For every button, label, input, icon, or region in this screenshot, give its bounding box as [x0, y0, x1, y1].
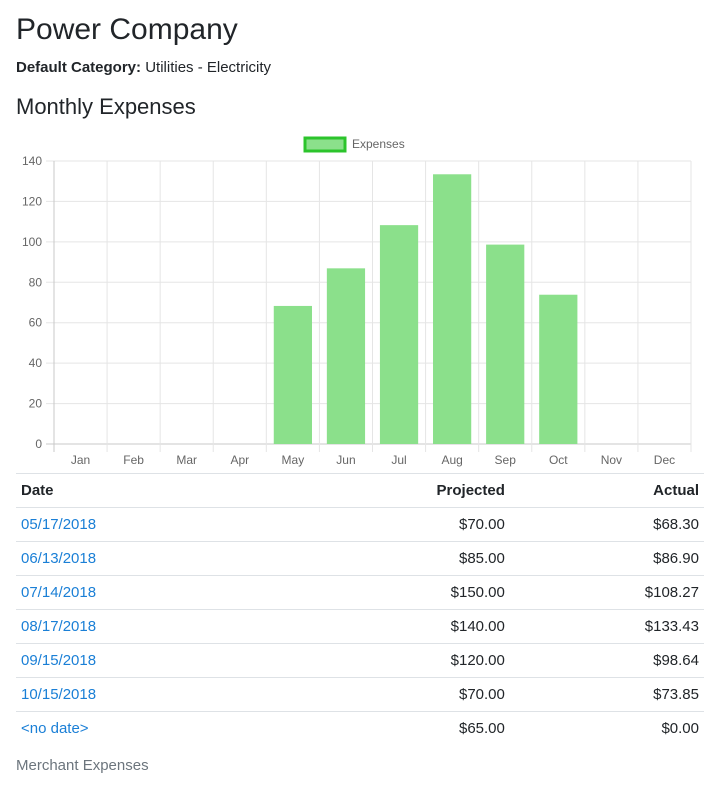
row-actual: $68.30	[509, 507, 704, 542]
row-actual: $133.43	[509, 609, 704, 644]
y-tick-label: 60	[29, 316, 43, 330]
row-projected: $70.00	[273, 507, 510, 542]
x-tick-label: Mar	[176, 453, 197, 467]
y-tick-label: 20	[29, 397, 43, 411]
bar-sep	[486, 244, 525, 444]
x-tick-label: Oct	[549, 453, 568, 467]
header-actual: Actual	[509, 473, 704, 508]
row-projected: $120.00	[273, 643, 510, 678]
x-tick-label: Aug	[441, 453, 462, 467]
row-projected: $85.00	[273, 541, 510, 576]
merchant-expenses-link[interactable]: Merchant Expenses	[16, 756, 149, 776]
date-link[interactable]: 05/17/2018	[21, 516, 96, 533]
row-actual: $98.64	[509, 643, 704, 678]
default-category: Default Category: Utilities - Electricit…	[16, 58, 271, 78]
x-tick-label: Jul	[391, 453, 406, 467]
bar-oct	[539, 294, 578, 444]
header-projected: Projected	[273, 473, 510, 508]
y-tick-label: 140	[22, 154, 42, 168]
y-tick-label: 100	[22, 235, 42, 249]
row-date-cell: 06/13/2018	[16, 541, 274, 576]
row-date-cell: 09/15/2018	[16, 643, 274, 678]
row-actual: $108.27	[509, 575, 704, 610]
page-title: Power Company	[16, 13, 238, 46]
table-row: <no date> $65.00 $0.00	[16, 711, 704, 745]
table-header-row: Date Projected Actual	[16, 473, 704, 508]
row-projected: $150.00	[273, 575, 510, 610]
row-actual: $86.90	[509, 541, 704, 576]
row-projected: $140.00	[273, 609, 510, 644]
date-link[interactable]: 08/17/2018	[21, 618, 96, 635]
table-row: 07/14/2018 $150.00 $108.27	[16, 575, 704, 610]
default-category-label: Default Category:	[16, 59, 142, 76]
x-tick-label: Nov	[601, 453, 622, 467]
x-tick-label: Jun	[336, 453, 355, 467]
expenses-table-body: 05/17/2018 $70.00 $68.30 06/13/2018 $85.00 $8…	[16, 507, 704, 745]
x-tick-label: Jan	[71, 453, 90, 467]
x-tick-label: Dec	[654, 453, 675, 467]
date-link[interactable]: 06/13/2018	[21, 550, 96, 567]
y-tick-label: 120	[22, 194, 42, 208]
row-date-cell: 05/17/2018	[16, 507, 274, 542]
x-tick-label: May	[282, 453, 305, 467]
table-row: 08/17/2018 $140.00 $133.43	[16, 609, 704, 644]
default-category-value: Utilities - Electricity	[145, 59, 272, 76]
y-tick-label: 40	[29, 356, 43, 370]
date-link[interactable]: 10/15/2018	[21, 686, 96, 703]
row-projected: $70.00	[273, 677, 510, 712]
x-tick-label: Feb	[123, 453, 144, 467]
header-date: Date	[16, 473, 274, 508]
row-projected: $65.00	[273, 711, 510, 745]
bar-may	[273, 305, 312, 444]
monthly-expenses-title: Monthly Expenses	[16, 94, 196, 119]
row-date-cell: 10/15/2018	[16, 677, 274, 712]
table-row: 09/15/2018 $120.00 $98.64	[16, 643, 704, 678]
expenses-table: Date Projected Actual 05/17/2018 $70.00 $6…	[16, 473, 704, 745]
row-date-cell: 08/17/2018	[16, 609, 274, 644]
x-tick-label: Apr	[230, 453, 249, 467]
row-date-cell: 07/14/2018	[16, 575, 274, 610]
chart-svg: 0 20 40 60 80 100 120 140 Jan Feb Mar Apr May Jun Jul A…	[22, 136, 692, 467]
legend-swatch	[303, 136, 347, 153]
date-link[interactable]: 09/15/2018	[21, 652, 96, 669]
row-date-cell: <no date>	[16, 711, 274, 745]
bar-jun	[326, 268, 366, 444]
date-link[interactable]: 07/14/2018	[21, 584, 96, 601]
table-row: 05/17/2018 $70.00 $68.30	[16, 507, 704, 542]
legend-label: Expenses	[352, 137, 405, 151]
y-tick-label: 80	[29, 275, 43, 289]
x-tick-label: Sep	[495, 453, 517, 467]
table-row: 06/13/2018 $85.00 $86.90	[16, 541, 704, 576]
bar-jul	[379, 225, 419, 444]
monthly-expenses-chart: 0 20 40 60 80 100 120 140 Jan Feb Mar Apr May Jun Jul A…	[0, 130, 714, 475]
bar-aug	[433, 174, 472, 444]
row-actual: $0.00	[509, 711, 704, 745]
row-actual: $73.85	[509, 677, 704, 712]
table-row: 10/15/2018 $70.00 $73.85	[16, 677, 704, 712]
y-tick-label: 0	[35, 437, 42, 451]
date-link[interactable]: <no date>	[21, 720, 89, 737]
